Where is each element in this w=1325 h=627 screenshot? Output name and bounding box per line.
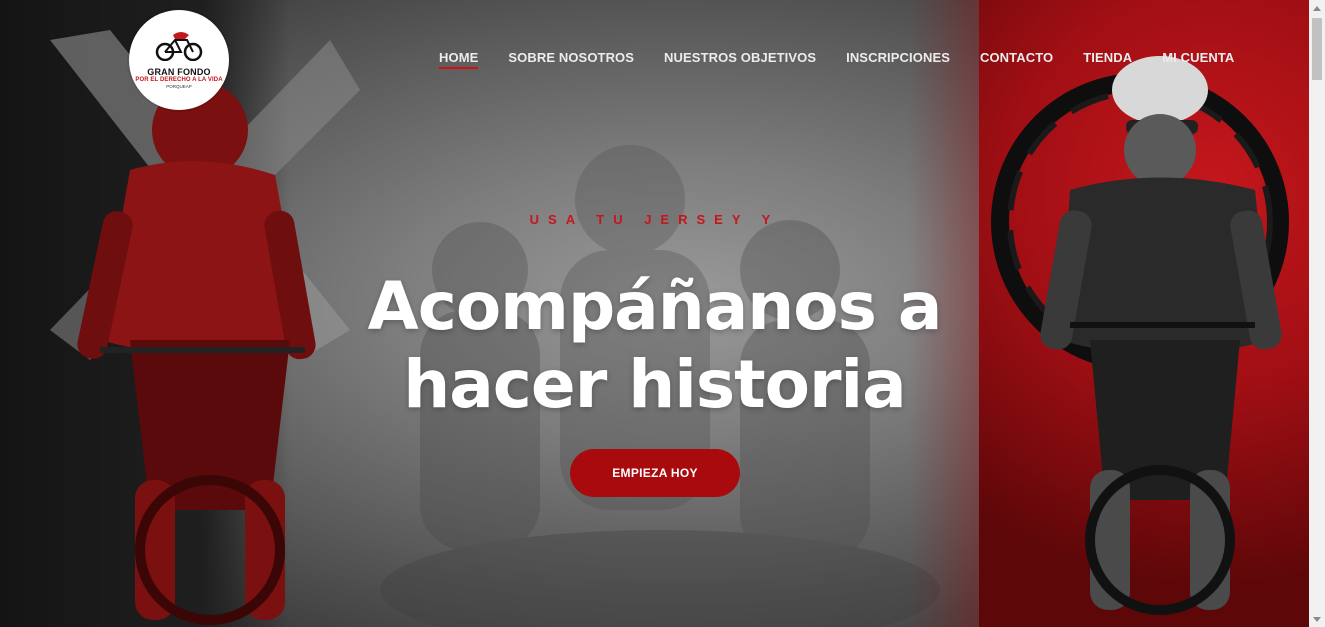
scroll-up-arrow-icon[interactable] xyxy=(1309,0,1325,16)
site-logo[interactable]: GRAN FONDO POR EL DERECHO A LA VIDA PORQ… xyxy=(129,10,229,110)
nav-sobre-nosotros[interactable]: SOBRE NOSOTROS xyxy=(508,50,634,65)
headline-line-2: hacer historia xyxy=(403,346,906,423)
nav-inscripciones[interactable]: INSCRIPCIONES xyxy=(846,50,950,65)
nav-contacto[interactable]: CONTACTO xyxy=(980,50,1053,65)
logo-title: GRAN FONDO xyxy=(147,67,211,77)
nav-nuestros-objetivos[interactable]: NUESTROS OBJETIVOS xyxy=(664,50,816,65)
nav-home[interactable]: HOME xyxy=(439,50,479,69)
hero-headline: Acompáñanos a hacer historia xyxy=(0,268,1309,424)
scrollbar-thumb[interactable] xyxy=(1312,18,1322,80)
cyclist-logo-icon xyxy=(155,32,203,61)
empieza-hoy-button[interactable]: EMPIEZA HOY xyxy=(570,449,740,497)
nav-tienda[interactable]: TIENDA xyxy=(1083,50,1132,65)
scroll-down-arrow-icon[interactable] xyxy=(1309,611,1325,627)
headline-line-1: Acompáñanos a xyxy=(367,268,943,345)
logo-subtitle: POR EL DERECHO A LA VIDA xyxy=(135,77,223,83)
main-navigation: HOME SOBRE NOSOTROS NUESTROS OBJETIVOS I… xyxy=(439,50,1234,69)
nav-mi-cuenta[interactable]: MI CUENTA xyxy=(1162,50,1234,65)
hero-section: USA TU JERSEY Y Acompáñanos a hacer hist… xyxy=(0,0,1309,627)
logo-tagline: PORQUEAP xyxy=(166,84,192,89)
vertical-scrollbar[interactable] xyxy=(1309,0,1325,627)
hero-eyebrow: USA TU JERSEY Y xyxy=(529,212,780,227)
